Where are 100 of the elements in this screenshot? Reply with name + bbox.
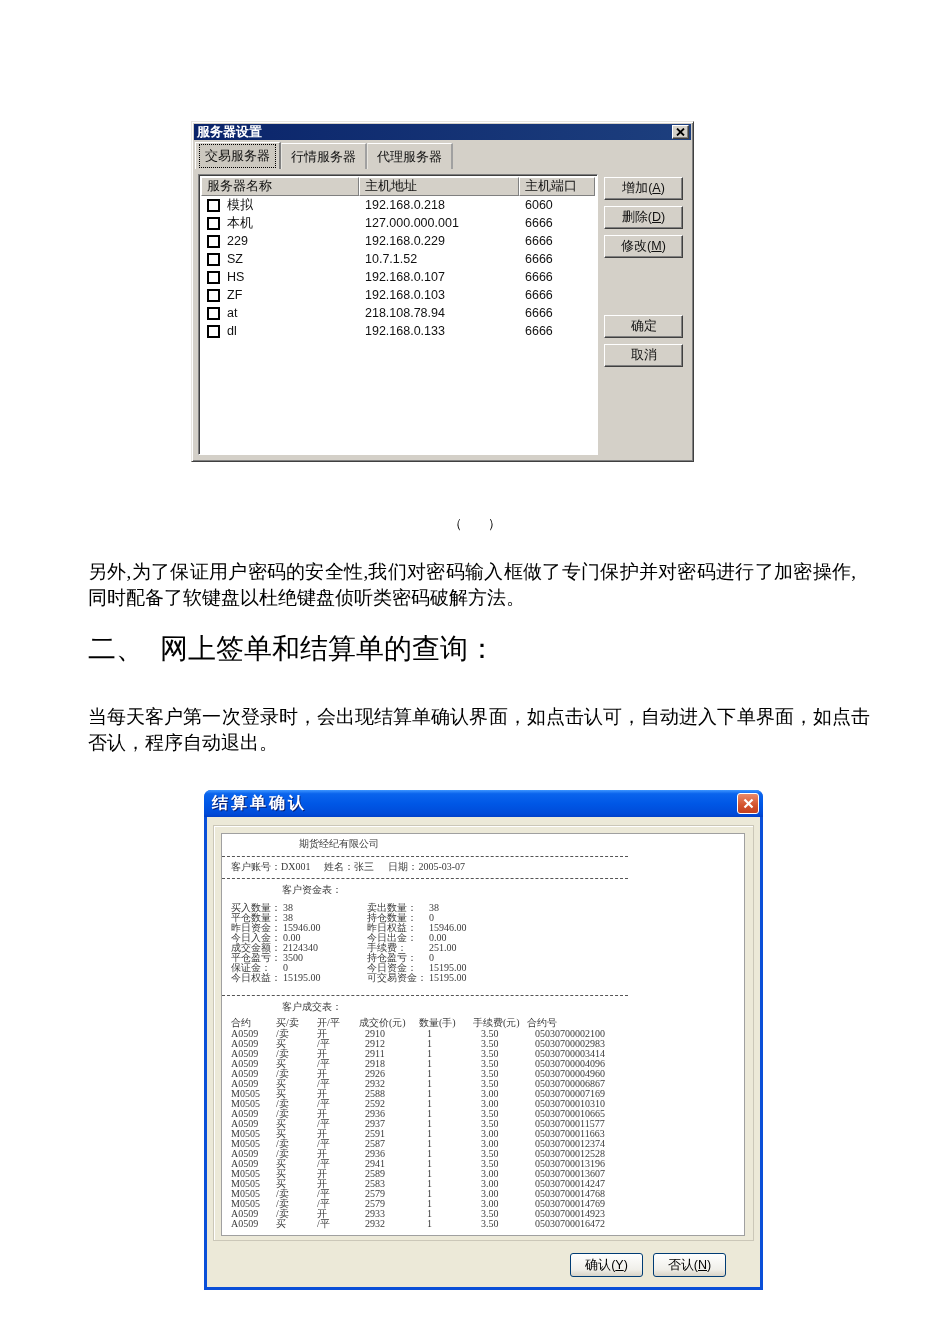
field-label: 持仓盈亏： — [367, 953, 418, 963]
checkbox[interactable] — [207, 270, 220, 284]
side-cell-text: 买 — [276, 1089, 287, 1099]
cancel-button[interactable]: 取消 — [604, 344, 683, 367]
column-header[interactable]: 主机地址 — [359, 177, 519, 196]
fee-cell-text: 3.50 — [480, 1029, 500, 1039]
quantity-cell-text: 1 — [426, 1159, 433, 1169]
close-button[interactable] — [672, 125, 689, 139]
checkbox[interactable] — [207, 234, 220, 248]
checkbox[interactable] — [207, 288, 220, 302]
contract-cell-text: A0509 — [231, 1109, 260, 1119]
side-cell-text: 买 — [276, 1159, 286, 1169]
host-address: 127.000.000.001 — [364, 215, 460, 232]
field-label: 卖出数量： — [367, 903, 418, 913]
quantity-cell-text: 1 — [426, 1099, 433, 1109]
side-cell-text: 买 — [276, 1039, 286, 1049]
field-value: 0 — [429, 913, 435, 923]
ok-button[interactable]: 确定 — [604, 315, 683, 338]
host-port: 6666 — [524, 215, 554, 232]
side-cell-text: 买 — [276, 1059, 286, 1069]
fee-cell-text: 3.50 — [480, 1059, 500, 1069]
reject-button[interactable]: 否认(N) — [653, 1253, 726, 1277]
contract-number-cell-text: 05030700012528 — [534, 1149, 606, 1159]
tab[interactable]: 行情服务器 — [281, 143, 367, 169]
contract-cell-text: A0509 — [231, 1209, 260, 1219]
figure-caption: （ ） — [449, 516, 501, 531]
contract-number-cell-text: 05030700014768 — [534, 1189, 606, 1199]
contract-number-cell-text: 05030700014247 — [534, 1179, 606, 1189]
field-value: 38 — [283, 903, 294, 913]
field-label: 昨日权益： — [367, 923, 418, 933]
side-cell-text: /卖 — [276, 1149, 290, 1159]
price-cell-text: 2941 — [364, 1159, 386, 1169]
checkbox[interactable] — [207, 216, 220, 230]
server-name: 模拟 — [227, 197, 253, 214]
fee-cell-text: 3.50 — [480, 1159, 500, 1169]
fee-cell-text: 3.00 — [480, 1139, 500, 1149]
modify-button[interactable]: 修改(M) — [604, 235, 683, 258]
quantity-cell-text: 1 — [426, 1189, 433, 1199]
checkbox[interactable] — [207, 252, 220, 266]
fee-cell-text: 3.50 — [480, 1219, 500, 1229]
field-label: 买入数量： — [231, 903, 282, 913]
close-icon — [742, 798, 754, 809]
column-header[interactable]: 服务器名称 — [201, 177, 359, 196]
column-header[interactable]: 主机端口 — [519, 177, 595, 196]
field-label: 手续费： — [367, 943, 408, 953]
confirm-button[interactable]: 确认(Y) — [570, 1253, 643, 1277]
price-cell-text: 2579 — [364, 1199, 386, 1209]
side-cell-text: /卖 — [276, 1029, 290, 1039]
price-cell-text: 2936 — [364, 1149, 386, 1159]
open-close-cell-text: 开 — [317, 1149, 328, 1159]
quantity-cell-text: 1 — [426, 1059, 433, 1069]
add-button[interactable]: 增加(A) — [604, 177, 683, 200]
side-cell-text: 买 — [276, 1119, 286, 1129]
contract-cell-text: A0509 — [231, 1039, 260, 1049]
contract-cell-text: A0509 — [231, 1049, 260, 1059]
contract-number-cell-text: 05030700014923 — [534, 1209, 606, 1219]
delete-button[interactable]: 删除(D) — [604, 206, 683, 229]
checkbox[interactable] — [207, 306, 220, 320]
open-close-cell-text: /平 — [317, 1189, 331, 1199]
tab[interactable]: 交易服务器 — [195, 142, 281, 169]
checkbox[interactable] — [207, 198, 220, 212]
contract-cell-text: M0505 — [231, 1179, 261, 1189]
contract-cell-text: M0505 — [231, 1169, 261, 1179]
contract-cell-text: A0509 — [231, 1069, 260, 1079]
contract-number-cell-text: 05030700004096 — [534, 1059, 606, 1069]
open-close-cell-text: /平 — [317, 1039, 331, 1049]
quantity-cell-text: 1 — [426, 1039, 433, 1049]
quantity-cell-text: 1 — [426, 1029, 433, 1039]
contract-number-cell-text: 05030700013607 — [534, 1169, 606, 1179]
fee-cell-text: 3.50 — [480, 1079, 500, 1089]
field-label: 可交易资金： — [367, 973, 428, 983]
field-value: 2124340 — [283, 943, 319, 953]
server-name: 本机 — [227, 215, 253, 232]
fee-cell-text: 3.50 — [480, 1109, 500, 1119]
field-value: 15195.00 — [283, 973, 322, 983]
field-value: 38 — [283, 913, 294, 923]
section-number: 二、 — [88, 632, 144, 666]
side-cell-text: /卖 — [276, 1199, 290, 1209]
field-value: 3500 — [283, 953, 304, 963]
column-header: 数量(手) — [419, 1018, 457, 1028]
contract-cell-text: A0509 — [231, 1059, 260, 1069]
contract-cell-text: M0505 — [231, 1089, 261, 1099]
price-cell-text: 2588 — [364, 1089, 386, 1099]
quantity-cell-text: 1 — [426, 1179, 433, 1189]
fee-cell-text: 3.00 — [480, 1089, 500, 1099]
open-close-cell-text: 开 — [317, 1129, 328, 1139]
open-close-cell-text: /平 — [317, 1159, 331, 1169]
contract-cell-text: M0505 — [231, 1129, 261, 1139]
server-name: at — [227, 305, 238, 322]
fee-cell-text: 3.00 — [480, 1099, 500, 1109]
contract-cell-text: A0509 — [231, 1159, 260, 1169]
checkbox[interactable] — [207, 324, 220, 338]
company-name: 期货经纪有限公司 — [299, 838, 379, 850]
tab[interactable]: 代理服务器 — [367, 143, 453, 169]
price-cell-text: 2911 — [364, 1049, 386, 1059]
open-close-cell-text: /平 — [317, 1139, 331, 1149]
side-cell-text: 买 — [276, 1219, 286, 1229]
fee-cell-text: 3.50 — [480, 1149, 500, 1159]
field-label: 昨日资金： — [231, 923, 282, 933]
column-header: 合约号 — [527, 1018, 558, 1028]
